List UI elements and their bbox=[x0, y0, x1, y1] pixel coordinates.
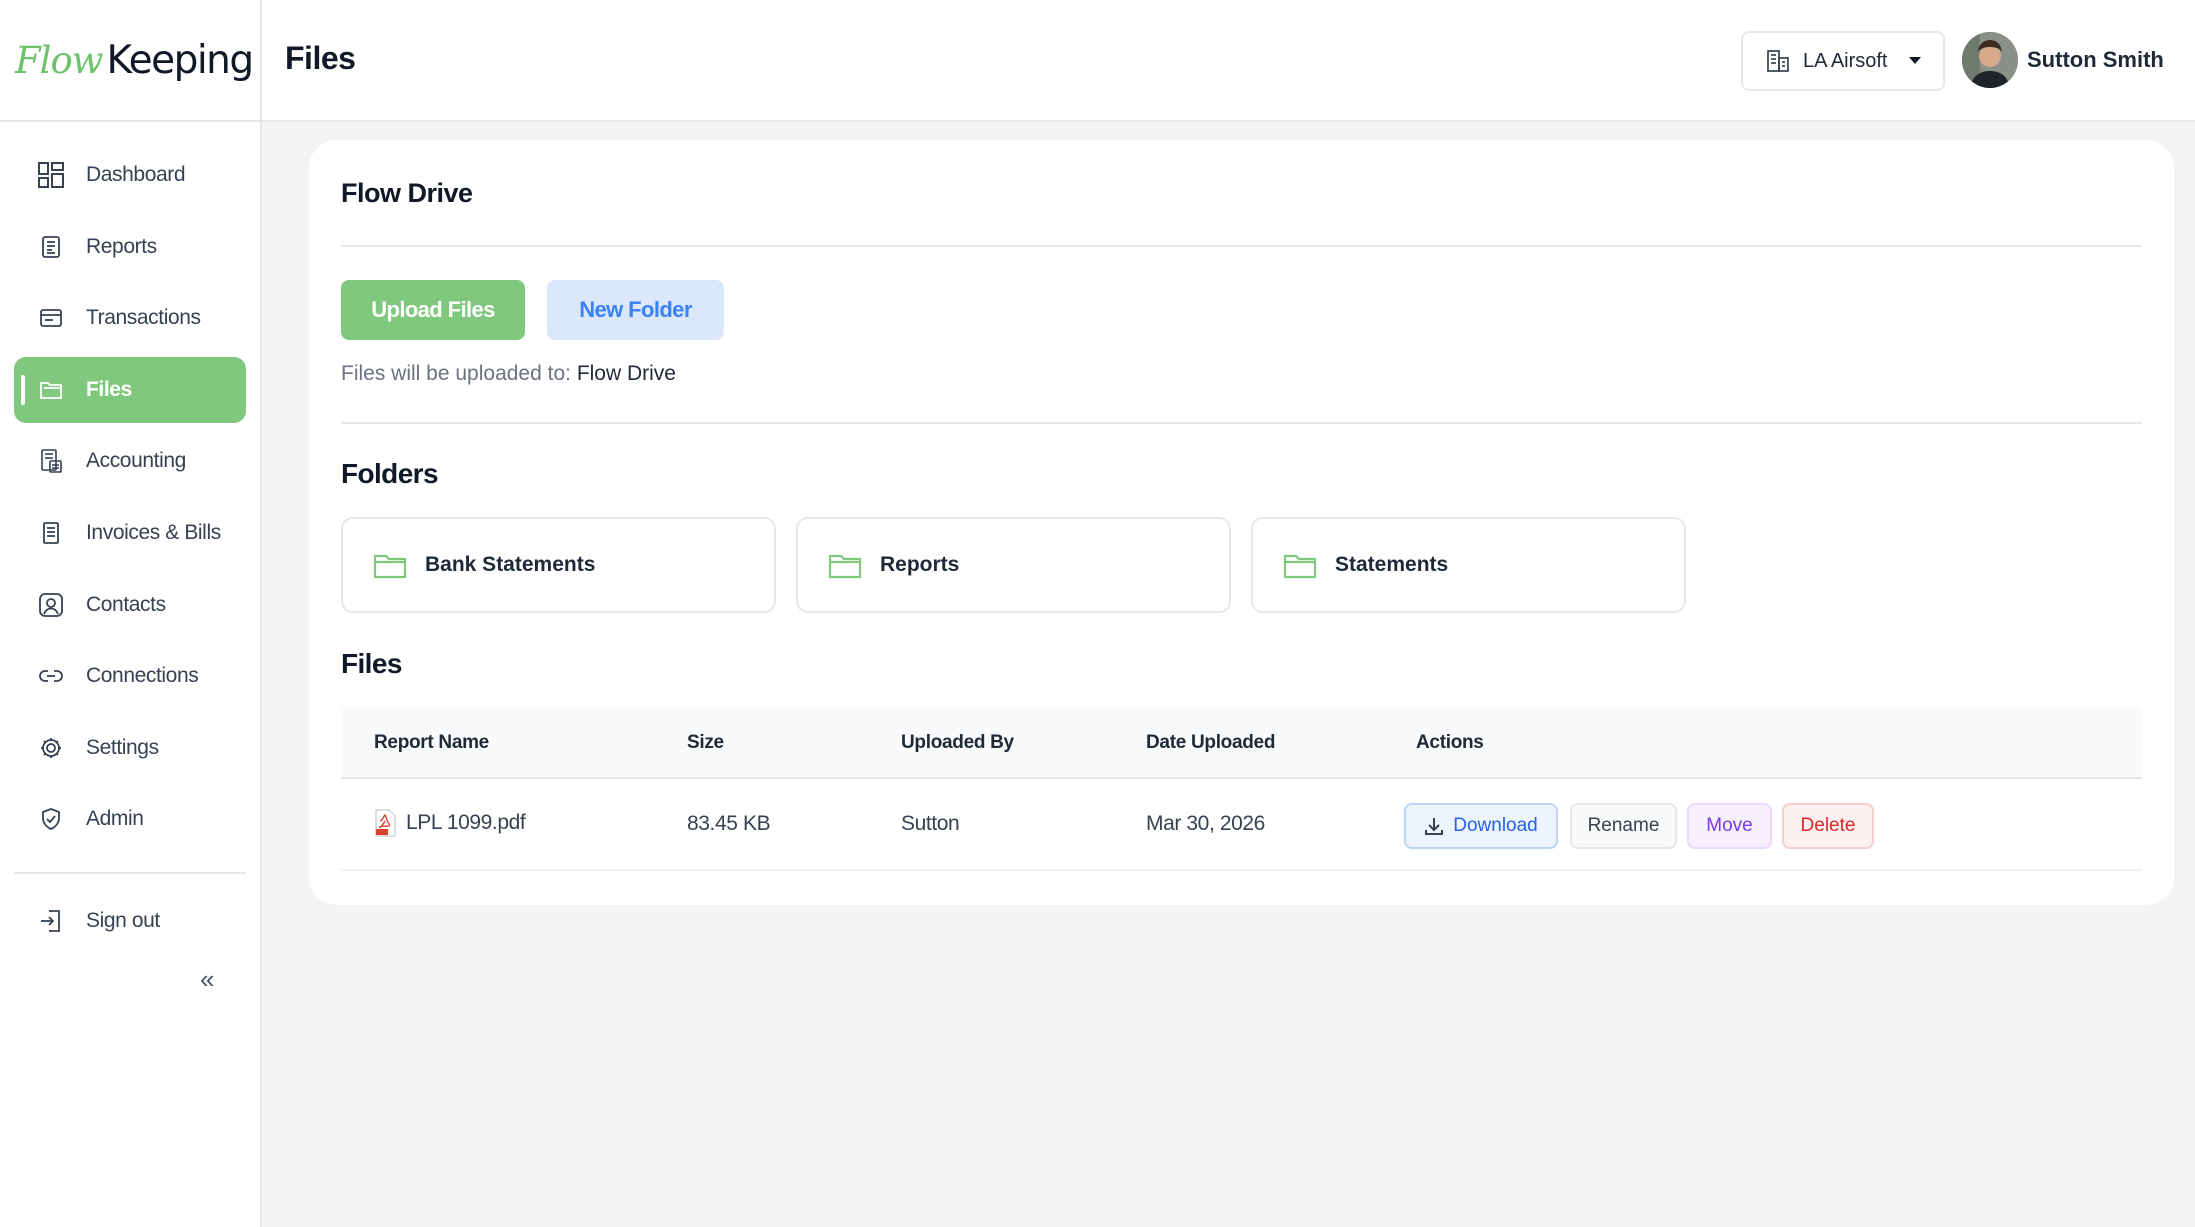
move-button[interactable]: Move bbox=[1687, 803, 1772, 849]
sidebar-item-label: Reports bbox=[86, 234, 157, 258]
file-name: LPL 1099.pdf bbox=[406, 811, 526, 834]
sidebar-item-dashboard[interactable]: Dashboard bbox=[14, 142, 246, 208]
top-header: Files LA Airsoft Sutton Smith bbox=[262, 0, 2195, 122]
new-folder-button[interactable]: New Folder bbox=[547, 280, 724, 340]
flow-drive-card: Flow Drive Upload Files New Folder Files… bbox=[309, 140, 2174, 905]
upload-destination-note: Files will be uploaded to: Flow Drive bbox=[341, 362, 676, 386]
column-header[interactable]: Uploaded By bbox=[901, 732, 1014, 754]
column-header[interactable]: Report Name bbox=[374, 732, 489, 754]
link-icon bbox=[36, 661, 66, 691]
sidebar-item-label: Connections bbox=[86, 664, 199, 688]
sign-in-icon bbox=[36, 906, 66, 936]
sidebar-item-connections[interactable]: Connections bbox=[14, 643, 246, 709]
reports-icon bbox=[36, 232, 66, 262]
folder-card[interactable]: Reports bbox=[796, 517, 1231, 613]
collapse-sidebar-icon[interactable]: « bbox=[200, 964, 214, 995]
sign-out-button[interactable]: Sign out bbox=[14, 888, 246, 954]
sidebar-item-accounting[interactable]: Accounting bbox=[14, 428, 246, 494]
folder-icon bbox=[373, 551, 407, 579]
file-name-cell[interactable]: LPL 1099.pdf bbox=[374, 809, 526, 837]
contact-icon bbox=[36, 590, 66, 620]
upload-note-prefix: Files will be uploaded to: bbox=[341, 362, 571, 385]
page-title: Files bbox=[285, 40, 356, 76]
accounting-icon bbox=[36, 446, 66, 476]
chevron-down-icon bbox=[1909, 57, 1921, 64]
file-uploaded-by: Sutton bbox=[901, 812, 960, 835]
sidebar-item-label: Files bbox=[86, 377, 132, 401]
sidebar-item-label: Accounting bbox=[86, 449, 186, 473]
folder-card[interactable]: Statements bbox=[1251, 517, 1686, 613]
organization-select[interactable]: LA Airsoft bbox=[1741, 31, 1945, 91]
sidebar: Flow Keeping Dashboard Reports Transacti… bbox=[0, 0, 262, 1227]
divider bbox=[341, 422, 2142, 424]
folder-icon bbox=[828, 551, 862, 579]
file-date-uploaded: Mar 30, 2026 bbox=[1146, 812, 1265, 835]
table-header: Report Name Size Uploaded By Date Upload… bbox=[341, 707, 2142, 779]
sidebar-divider bbox=[14, 872, 246, 875]
sidebar-item-contacts[interactable]: Contacts bbox=[14, 572, 246, 638]
column-header: Actions bbox=[1416, 732, 1484, 753]
logo[interactable]: Flow Keeping bbox=[0, 0, 260, 122]
logo-keeping: Keeping bbox=[106, 37, 254, 83]
user-name[interactable]: Sutton Smith bbox=[2027, 47, 2164, 73]
divider bbox=[341, 245, 2142, 247]
sidebar-item-settings[interactable]: Settings bbox=[14, 715, 246, 781]
column-header[interactable]: Size bbox=[687, 732, 724, 754]
files-heading: Files bbox=[341, 648, 402, 679]
download-button[interactable]: Download bbox=[1404, 803, 1558, 849]
folders-heading: Folders bbox=[341, 458, 439, 489]
rename-button[interactable]: Rename bbox=[1570, 803, 1677, 849]
sidebar-item-transactions[interactable]: Transactions bbox=[14, 285, 246, 351]
logo-flow: Flow bbox=[15, 38, 103, 82]
sidebar-item-reports[interactable]: Reports bbox=[14, 214, 246, 280]
sign-out-label: Sign out bbox=[86, 909, 160, 933]
folder-name: Bank Statements bbox=[425, 553, 596, 576]
folder-name: Statements bbox=[1335, 553, 1449, 576]
building-icon bbox=[1765, 48, 1791, 74]
shield-icon bbox=[36, 804, 66, 834]
upload-destination: Flow Drive bbox=[576, 362, 676, 385]
sidebar-nav: Dashboard Reports Transactions Files Acc… bbox=[0, 122, 260, 852]
folder-icon bbox=[1283, 551, 1317, 579]
files-table: Report Name Size Uploaded By Date Upload… bbox=[341, 707, 2142, 871]
file-size: 83.45 KB bbox=[687, 812, 771, 835]
gear-icon bbox=[36, 733, 66, 763]
pdf-file-icon bbox=[374, 809, 396, 837]
folder-name: Reports bbox=[880, 553, 960, 576]
download-icon bbox=[1424, 816, 1444, 836]
invoice-icon bbox=[36, 518, 66, 548]
sidebar-item-label: Admin bbox=[86, 807, 144, 831]
table-row[interactable]: LPL 1099.pdf 83.45 KB Sutton Mar 30, 202… bbox=[341, 779, 2142, 871]
upload-files-button[interactable]: Upload Files bbox=[341, 280, 525, 340]
sidebar-item-files[interactable]: Files bbox=[14, 356, 246, 423]
sidebar-item-label: Contacts bbox=[86, 592, 166, 616]
sidebar-item-invoices-bills[interactable]: Invoices & Bills bbox=[14, 500, 246, 566]
delete-button[interactable]: Delete bbox=[1782, 803, 1874, 849]
folder-card[interactable]: Bank Statements bbox=[341, 517, 776, 613]
organization-name: LA Airsoft bbox=[1803, 49, 1888, 72]
transactions-icon bbox=[36, 303, 66, 333]
dashboard-icon bbox=[36, 160, 66, 190]
drive-title: Flow Drive bbox=[341, 178, 473, 208]
avatar[interactable] bbox=[1962, 32, 2018, 88]
sidebar-item-label: Transactions bbox=[86, 306, 201, 330]
download-label: Download bbox=[1453, 815, 1538, 836]
sidebar-item-label: Invoices & Bills bbox=[86, 520, 221, 544]
sidebar-item-label: Settings bbox=[86, 735, 159, 759]
sidebar-item-label: Dashboard bbox=[86, 163, 186, 186]
folder-open-icon bbox=[36, 375, 66, 405]
column-header[interactable]: Date Uploaded bbox=[1146, 732, 1275, 754]
sidebar-item-admin[interactable]: Admin bbox=[14, 786, 246, 852]
